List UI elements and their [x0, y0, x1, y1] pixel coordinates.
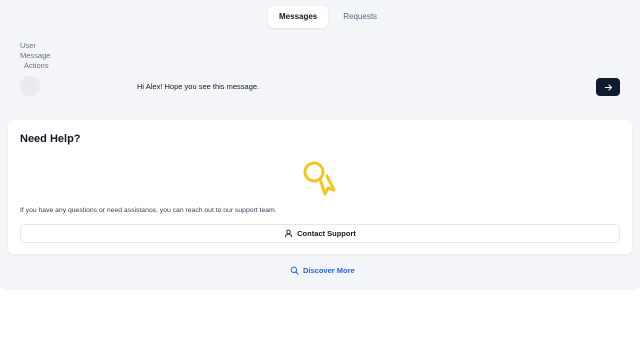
help-title: Need Help? [20, 133, 81, 145]
tab-bar: Messages Requests [268, 6, 388, 28]
contact-support-button[interactable]: Contact Support [20, 224, 620, 243]
ribbon-award-icon [303, 161, 336, 196]
contact-support-label: Contact Support [297, 229, 356, 238]
discover-more-label: Discover More [303, 266, 355, 275]
help-card: Need Help? If you have any questions or … [8, 120, 632, 254]
user-icon [285, 229, 293, 238]
search-icon [290, 266, 299, 275]
send-button[interactable] [596, 78, 620, 96]
header-actions: Actions [24, 61, 49, 70]
header-message: Message [20, 51, 51, 60]
arrow-right-icon [604, 83, 612, 91]
tab-messages[interactable]: Messages [268, 6, 329, 28]
header-user: User [20, 41, 36, 50]
tab-requests[interactable]: Requests [332, 6, 388, 28]
message-text: Hi Alex! Hope you see this message. [137, 82, 260, 91]
help-text: If you have any questions or need assist… [20, 207, 277, 214]
avatar [20, 76, 40, 96]
table-headers: User Message Actions [20, 41, 50, 71]
messages-panel: Messages Requests User Message Actions H… [0, 0, 640, 290]
discover-more-link[interactable]: Discover More [290, 266, 355, 275]
